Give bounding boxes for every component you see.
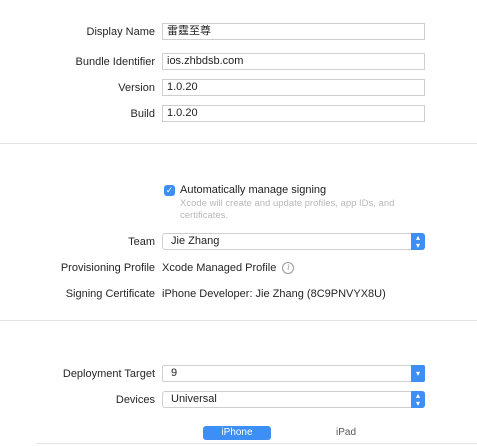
chevron-up-down-icon: ▴ ▾ bbox=[411, 391, 425, 408]
chevron-up-down-icon: ▴ ▾ bbox=[411, 233, 425, 250]
display-name-label: Display Name bbox=[86, 26, 155, 38]
bundle-identifier-label: Bundle Identifier bbox=[75, 56, 156, 68]
provisioning-profile-value: Xcode Managed Profile bbox=[162, 262, 277, 274]
build-field[interactable]: 1.0.20 bbox=[162, 105, 425, 122]
auto-manage-signing-help: Xcode will create and update profiles, a… bbox=[180, 198, 395, 221]
team-label: Team bbox=[128, 236, 155, 248]
section-separator bbox=[0, 320, 477, 321]
deployment-target-row: Deployment Target 9 ▾ bbox=[0, 364, 477, 384]
signing-certificate-value: iPhone Developer: Jie Zhang (8C9PNVYX8U) bbox=[162, 288, 386, 300]
signing-certificate-row: Signing Certificate iPhone Developer: Ji… bbox=[0, 284, 477, 304]
provisioning-profile-value-wrap: Xcode Managed Profile i bbox=[162, 258, 295, 278]
devices-value: Universal bbox=[171, 393, 217, 405]
tab-iphone[interactable]: iPhone bbox=[203, 426, 271, 440]
version-label: Version bbox=[118, 82, 155, 94]
display-name-row: Display Name 雷霆至尊 bbox=[0, 22, 477, 42]
team-row: Team Jie Zhang ▴ ▾ bbox=[0, 232, 477, 252]
chevron-down-icon[interactable]: ▾ bbox=[411, 365, 425, 382]
bundle-identifier-row: Bundle Identifier ios.zhbdsb.com bbox=[0, 52, 477, 72]
tab-ipad[interactable]: iPad bbox=[314, 426, 378, 440]
devices-popup[interactable]: Universal ▴ ▾ bbox=[162, 391, 425, 408]
devices-row: Devices Universal ▴ ▾ bbox=[0, 390, 477, 410]
deployment-target-combo[interactable]: 9 ▾ bbox=[162, 365, 425, 382]
auto-manage-signing-checkbox[interactable]: ✓ bbox=[164, 185, 175, 196]
build-label: Build bbox=[130, 108, 155, 120]
auto-manage-signing-label[interactable]: Automatically manage signing bbox=[180, 182, 326, 198]
section-separator bbox=[0, 143, 477, 144]
provisioning-profile-label: Provisioning Profile bbox=[60, 262, 155, 274]
provisioning-profile-row: Provisioning Profile Xcode Managed Profi… bbox=[0, 258, 477, 278]
deployment-target-value: 9 bbox=[171, 367, 178, 379]
signing-certificate-label: Signing Certificate bbox=[65, 288, 155, 300]
version-row: Version 1.0.20 bbox=[0, 78, 477, 98]
display-name-field[interactable]: 雷霆至尊 bbox=[162, 23, 425, 40]
info-icon[interactable]: i bbox=[282, 262, 295, 275]
team-value: Jie Zhang bbox=[171, 235, 220, 247]
checkmark-icon: ✓ bbox=[165, 185, 174, 195]
deployment-target-label: Deployment Target bbox=[62, 368, 155, 380]
tab-bar-separator bbox=[36, 443, 477, 444]
bundle-identifier-field[interactable]: ios.zhbdsb.com bbox=[162, 53, 425, 70]
devices-label: Devices bbox=[115, 394, 155, 406]
build-row: Build 1.0.20 bbox=[0, 104, 477, 124]
team-popup[interactable]: Jie Zhang ▴ ▾ bbox=[162, 233, 425, 250]
version-field[interactable]: 1.0.20 bbox=[162, 79, 425, 96]
